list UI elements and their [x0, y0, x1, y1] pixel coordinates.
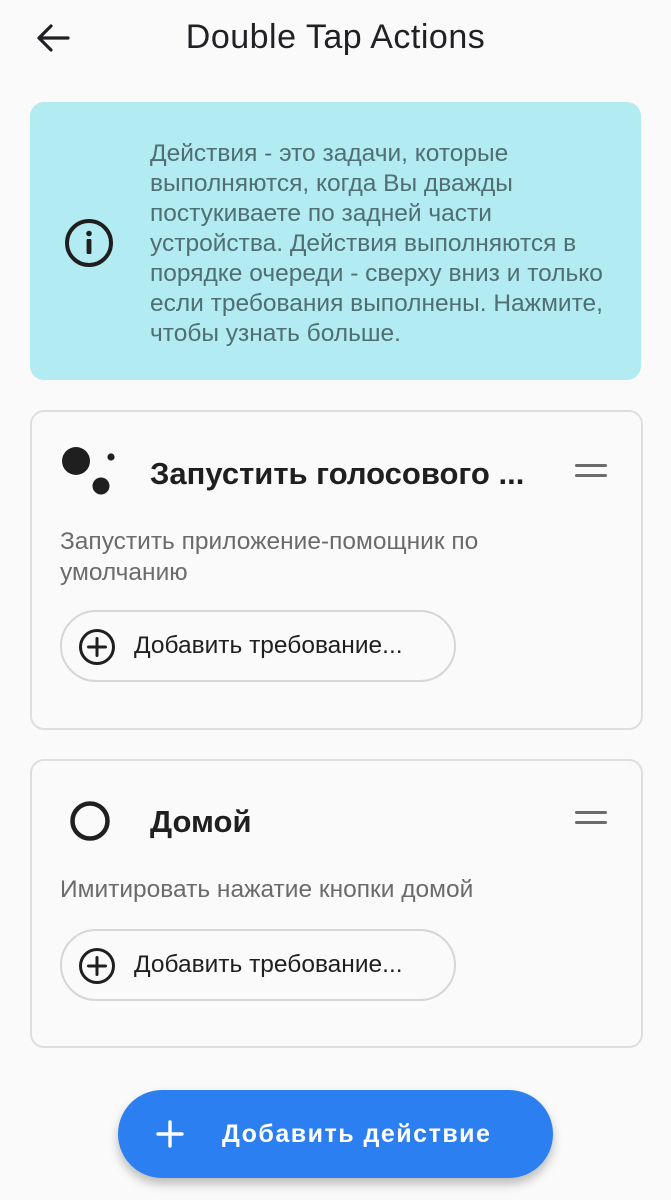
action-title: Домой [150, 804, 252, 839]
info-icon [65, 219, 113, 267]
action-card[interactable]: Запустить голосового ... Запустить прило… [30, 410, 643, 730]
info-text: Действия - это задачи, которые выполняют… [150, 140, 603, 347]
app-bar: Double Tap Actions [0, 0, 671, 82]
action-description: Запустить приложение-помощник по умолчан… [60, 528, 479, 586]
add-action-label: Добавить действие [222, 1120, 492, 1148]
info-card[interactable]: Действия - это задачи, которые выполняют… [30, 102, 641, 380]
add-requirement-label: Добавить требование... [134, 632, 403, 659]
add-circle-icon [79, 948, 115, 984]
action-title: Запустить голосового ... [150, 456, 525, 491]
home-circle-icon [70, 801, 110, 841]
add-circle-icon [79, 629, 115, 665]
add-requirement-button[interactable]: Добавить требование... [60, 610, 456, 682]
drag-handle-icon[interactable] [575, 462, 607, 482]
add-requirement-button[interactable]: Добавить требование... [60, 929, 456, 1001]
add-action-button[interactable]: Добавить действие [118, 1090, 553, 1178]
action-description: Имитировать нажатие кнопки домой [60, 876, 474, 903]
google-assistant-icon [62, 447, 115, 495]
action-card[interactable]: Домой Имитировать нажатие кнопки домой Д… [30, 759, 643, 1048]
drag-handle-icon[interactable] [575, 809, 607, 829]
plus-icon [156, 1120, 184, 1148]
page-title: Double Tap Actions [185, 18, 486, 56]
add-requirement-label: Добавить требование... [134, 951, 403, 978]
